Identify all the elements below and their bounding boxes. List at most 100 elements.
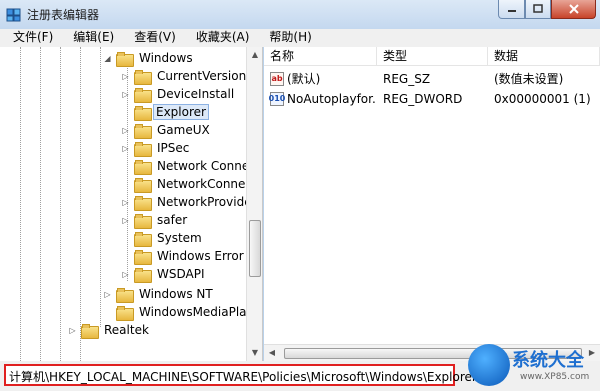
folder-icon bbox=[134, 123, 152, 139]
tree-node-label: System bbox=[157, 231, 202, 245]
expand-icon[interactable]: ▷ bbox=[68, 326, 77, 335]
tree-node[interactable]: NetworkConnectiv bbox=[121, 175, 262, 193]
registry-app-icon bbox=[6, 8, 21, 22]
menu-favorites[interactable]: 收藏夹(A) bbox=[183, 29, 257, 47]
value-name: (默认) bbox=[287, 72, 321, 86]
tree-node[interactable]: ▷ Realtek bbox=[68, 321, 153, 339]
scroll-up-icon[interactable]: ▲ bbox=[247, 47, 262, 63]
tree-node-label: GameUX bbox=[157, 123, 210, 137]
expand-icon[interactable]: ▷ bbox=[121, 72, 130, 81]
registry-tree[interactable]: ◢ Windows ▷ CurrentVersion ▷ DeviceInsta… bbox=[0, 47, 263, 361]
tree-node[interactable]: ▷ CurrentVersion bbox=[121, 67, 250, 85]
tree-node[interactable]: ▷ WSDAPI bbox=[121, 265, 209, 283]
expand-icon[interactable]: ▷ bbox=[103, 290, 112, 299]
tree-node[interactable]: Windows Error Re bbox=[121, 247, 262, 265]
tree-node[interactable]: ▷ GameUX bbox=[121, 121, 214, 139]
tree-node[interactable]: Network Connecti bbox=[121, 157, 262, 175]
tree-node-label: IPSec bbox=[157, 141, 190, 155]
tree-guide bbox=[80, 47, 81, 361]
expand-icon[interactable]: ▷ bbox=[121, 126, 130, 135]
tree-node[interactable]: ▷ Windows NT bbox=[103, 285, 217, 303]
minimize-button[interactable] bbox=[498, 0, 525, 19]
folder-icon bbox=[134, 231, 152, 247]
tree-node[interactable]: ▷ IPSec bbox=[121, 139, 193, 157]
watermark-title: 系统大全 bbox=[512, 350, 584, 371]
maximize-button[interactable] bbox=[525, 0, 551, 19]
tree-node-selected[interactable]: Explorer bbox=[121, 103, 209, 121]
folder-icon bbox=[116, 287, 134, 303]
value-name-cell: 010 NoAutoplayfor... bbox=[264, 91, 377, 106]
folder-icon bbox=[134, 249, 152, 265]
value-row[interactable]: 010 NoAutoplayfor... REG_DWORD 0x0000000… bbox=[264, 89, 600, 108]
value-type: REG_DWORD bbox=[383, 91, 463, 106]
values-list[interactable]: 名称 类型 数据 ab (默认) REG_SZ (数值未设置) 010 NoAu… bbox=[264, 47, 600, 361]
value-name: NoAutoplayfor... bbox=[287, 91, 377, 106]
value-name-cell: ab (默认) bbox=[264, 70, 377, 87]
column-name[interactable]: 名称 bbox=[264, 47, 377, 66]
tree-vertical-scrollbar[interactable]: ▲ ▼ bbox=[246, 47, 262, 361]
tree-node[interactable]: ▷ NetworkProvider bbox=[121, 193, 261, 211]
tree-node[interactable]: WindowsMediaPlaye bbox=[103, 303, 262, 321]
menu-help[interactable]: 帮助(H) bbox=[256, 29, 318, 47]
string-value-icon: ab bbox=[270, 71, 284, 86]
tree-node[interactable]: System bbox=[121, 229, 206, 247]
status-path: 计算机\HKEY_LOCAL_MACHINE\SOFTWARE\Policies… bbox=[9, 370, 477, 384]
expand-icon[interactable]: ▷ bbox=[121, 144, 130, 153]
status-path-highlight: 计算机\HKEY_LOCAL_MACHINE\SOFTWARE\Policies… bbox=[4, 364, 477, 386]
expand-icon[interactable]: ▷ bbox=[121, 216, 130, 225]
menu-view[interactable]: 查看(V) bbox=[121, 29, 183, 47]
tree-node-label: Realtek bbox=[104, 323, 149, 337]
folder-icon bbox=[116, 305, 134, 321]
expand-icon[interactable]: ▷ bbox=[121, 90, 130, 99]
tree-node[interactable]: ▷ DeviceInstall bbox=[121, 85, 238, 103]
close-icon bbox=[568, 4, 579, 14]
scroll-thumb[interactable] bbox=[249, 220, 261, 277]
tree-guide bbox=[60, 47, 61, 361]
tree-node[interactable]: ◢ Windows bbox=[103, 49, 197, 67]
watermark: 系统大全 www.XP85.com bbox=[468, 340, 600, 391]
folder-icon bbox=[81, 323, 99, 339]
folder-icon bbox=[116, 51, 134, 67]
menu-file[interactable]: 文件(F) bbox=[0, 29, 60, 47]
tree-node-label: DeviceInstall bbox=[157, 87, 235, 101]
tree-node-label: WindowsMediaPlaye bbox=[139, 305, 262, 319]
tree-node[interactable]: ▷ safer bbox=[121, 211, 191, 229]
folder-icon bbox=[134, 159, 152, 175]
tree-node-label: CurrentVersion bbox=[157, 69, 247, 83]
folder-icon bbox=[134, 213, 152, 229]
tree-node-label: NetworkProvider bbox=[157, 195, 257, 209]
folder-icon bbox=[134, 195, 152, 211]
tree-node-label: WSDAPI bbox=[157, 267, 205, 281]
tree-node-label: Windows bbox=[139, 51, 193, 65]
title-bar: 注册表编辑器 bbox=[0, 0, 600, 29]
window-title: 注册表编辑器 bbox=[27, 8, 100, 22]
tree-guide bbox=[40, 47, 41, 361]
folder-icon bbox=[134, 141, 152, 157]
expand-icon[interactable]: ▷ bbox=[121, 270, 130, 279]
value-type: REG_SZ bbox=[383, 71, 431, 86]
folder-icon bbox=[134, 87, 152, 103]
folder-icon bbox=[134, 267, 152, 283]
tree-node-label: safer bbox=[157, 213, 188, 227]
value-data: 0x00000001 (1) bbox=[494, 91, 591, 106]
menu-edit[interactable]: 编辑(E) bbox=[60, 29, 121, 47]
column-data[interactable]: 数据 bbox=[488, 47, 600, 66]
column-type[interactable]: 类型 bbox=[377, 47, 488, 66]
registry-editor-window: 注册表编辑器 文件(F) 编辑(E) 查看(V) 收藏夹(A) 帮助(H) ◢ … bbox=[0, 0, 600, 391]
expand-icon[interactable]: ▷ bbox=[121, 198, 130, 207]
value-data: (数值未设置) bbox=[494, 72, 564, 86]
scroll-down-icon[interactable]: ▼ bbox=[247, 345, 262, 361]
watermark-url: www.XP85.com bbox=[520, 372, 590, 382]
collapse-icon[interactable]: ◢ bbox=[103, 54, 112, 63]
menu-bar: 文件(F) 编辑(E) 查看(V) 收藏夹(A) 帮助(H) bbox=[0, 29, 600, 47]
value-row[interactable]: ab (默认) REG_SZ (数值未设置) bbox=[264, 69, 600, 88]
tree-guide bbox=[100, 47, 101, 327]
folder-icon bbox=[134, 177, 152, 193]
tree-node-label: Explorer bbox=[153, 104, 209, 120]
globe-logo-icon bbox=[468, 344, 510, 386]
binary-value-icon: 010 bbox=[269, 91, 285, 106]
scroll-left-icon[interactable]: ◀ bbox=[264, 345, 280, 361]
tree-guide bbox=[20, 47, 21, 361]
values-header: 名称 类型 数据 bbox=[264, 47, 600, 66]
close-button[interactable] bbox=[551, 0, 596, 19]
